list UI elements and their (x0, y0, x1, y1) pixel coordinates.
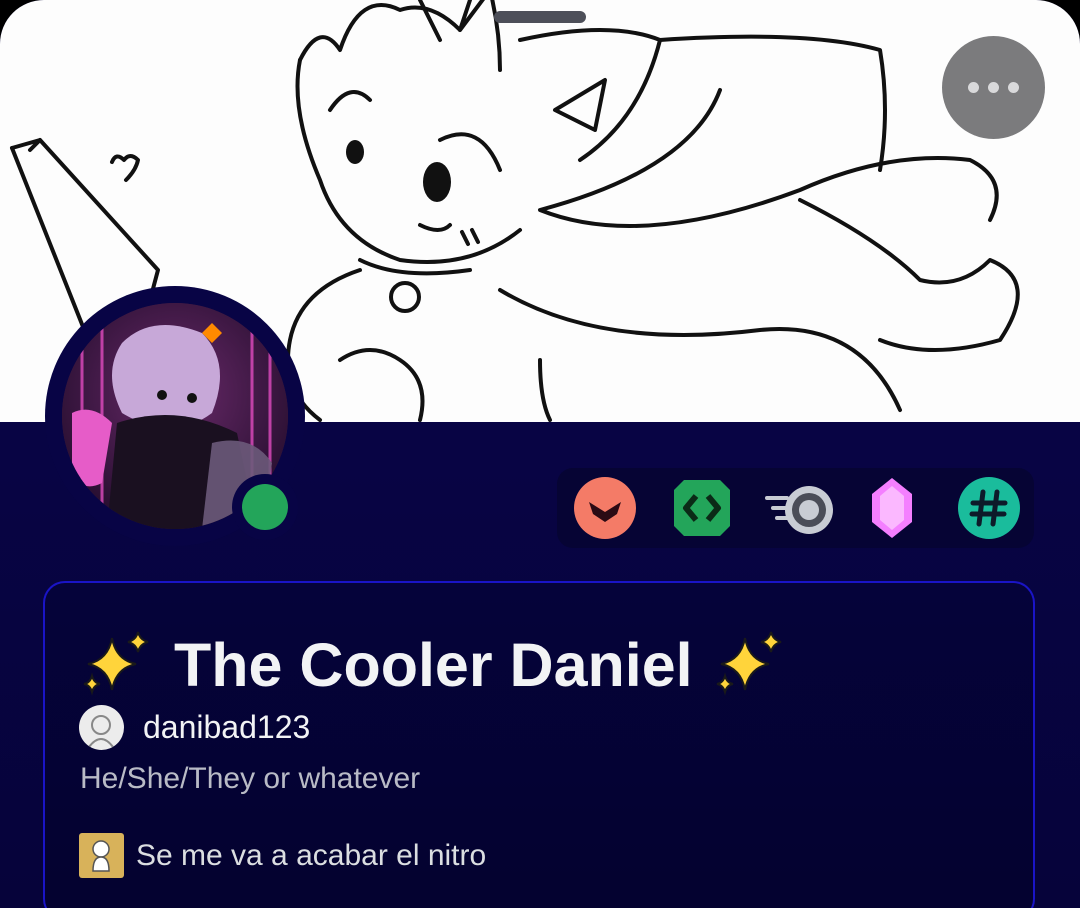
drag-handle[interactable] (494, 11, 586, 23)
code-brackets-icon (674, 480, 730, 536)
custom-status-text: Se me va a acabar el nitro (136, 838, 487, 872)
online-status-indicator (242, 484, 288, 530)
display-name: The Cooler Daniel (174, 631, 693, 699)
more-dot-icon (968, 82, 979, 93)
gem-icon (872, 478, 912, 538)
nitro-boost-badge[interactable] (765, 476, 837, 540)
pronouns: He/She/They or whatever (80, 762, 421, 795)
display-name-row: The Cooler Daniel (82, 628, 785, 702)
username: danibad123 (143, 708, 311, 745)
profile-sheet: The Cooler Daniel danibad123 He/She/They… (0, 0, 1080, 908)
custom-status-emoji-icon (79, 833, 124, 878)
username-row[interactable]: danibad123 (79, 704, 310, 750)
legacy-username-badge[interactable] (957, 476, 1021, 540)
nitro-icon (765, 486, 833, 534)
more-dot-icon (1008, 82, 1019, 93)
hypesquad-icon (574, 477, 636, 539)
hypesquad-bravery-badge[interactable] (573, 476, 637, 540)
hashtag-icon (958, 477, 1020, 539)
sparkles-icon (82, 630, 152, 700)
mini-avatar (79, 704, 124, 750)
server-booster-gem-badge[interactable] (860, 476, 924, 540)
active-developer-badge[interactable] (670, 476, 734, 540)
more-options-button[interactable] (942, 36, 1045, 139)
more-dot-icon (988, 82, 999, 93)
sparkles-icon (715, 630, 785, 700)
custom-status-row: Se me va a acabar el nitro (79, 833, 486, 878)
badge-bar (557, 468, 1034, 548)
